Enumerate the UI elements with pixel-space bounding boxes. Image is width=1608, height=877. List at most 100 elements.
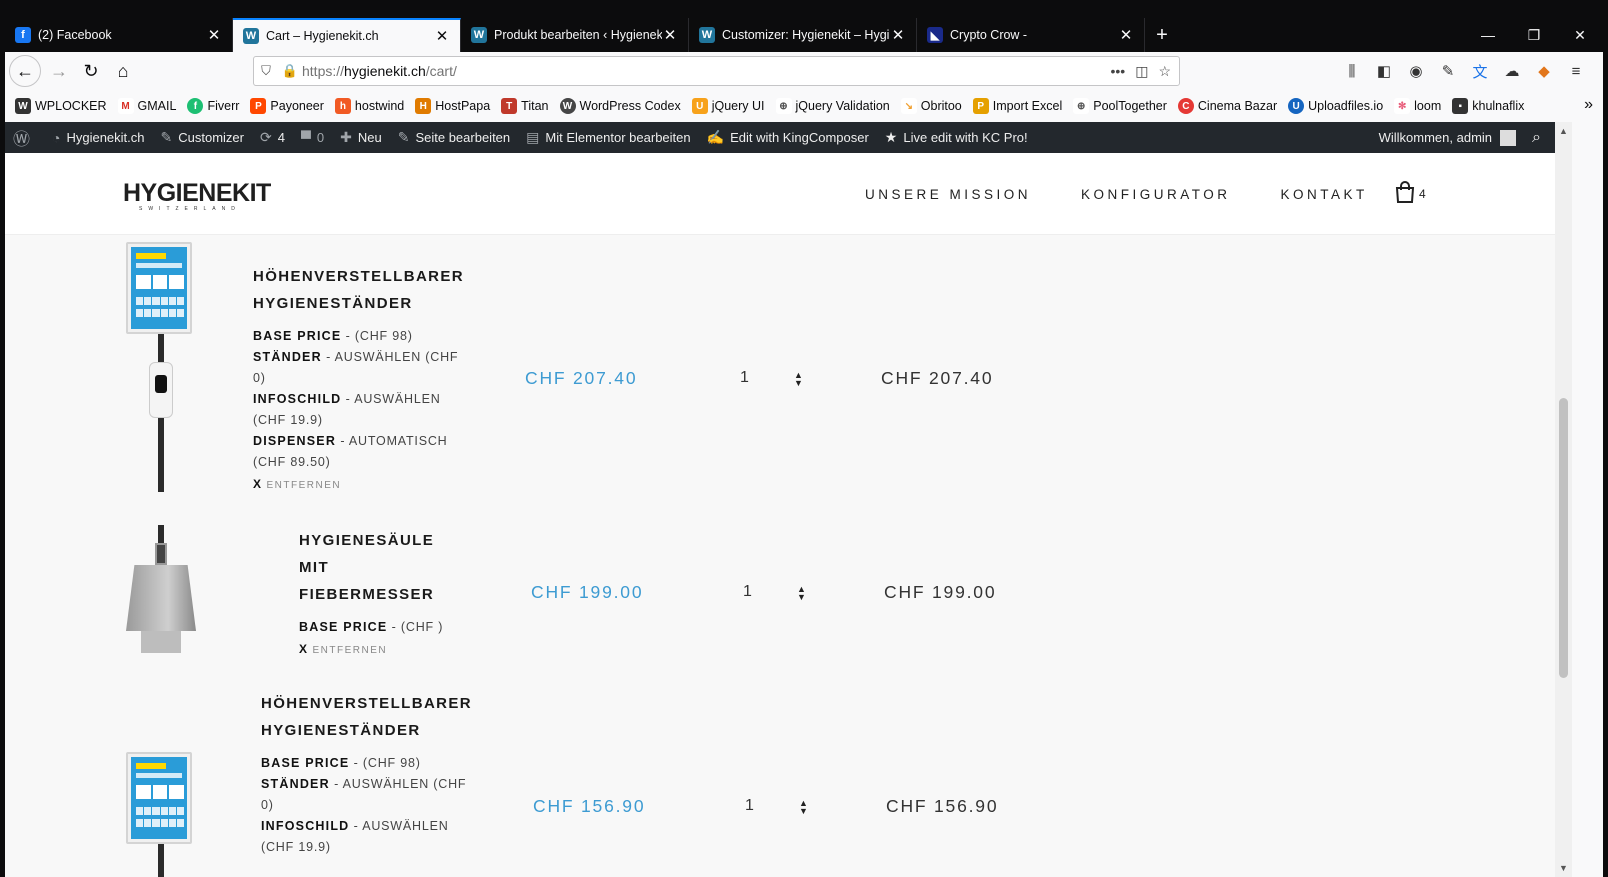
cart-item-details: HÖHENVERSTELLBARER HYGIENESTÄNDER BASE P…	[253, 263, 473, 491]
close-tab-icon[interactable]: ✕	[434, 27, 450, 45]
extension-icon[interactable]: ☁	[1501, 58, 1523, 84]
close-window-icon[interactable]: ✕	[1557, 18, 1603, 52]
bookmark-payoneer[interactable]: P Payoneer	[250, 98, 324, 114]
tab-crypto-crow[interactable]: ◣ Crypto Crow - ✕	[917, 18, 1145, 52]
reload-button[interactable]: ↻	[75, 55, 107, 87]
menu-item-kontakt[interactable]: KONTAKT	[1281, 187, 1368, 202]
scroll-down-icon[interactable]: ▼	[1555, 863, 1572, 873]
tab-facebook[interactable]: f (2) Facebook ✕	[5, 18, 233, 52]
metamask-icon[interactable]: ◆	[1533, 58, 1555, 84]
bookmark-uploadfiles[interactable]: U Uploadfiles.io	[1288, 98, 1383, 114]
tab-strip: f (2) Facebook ✕ W Cart – Hygienekit.ch …	[5, 18, 1603, 52]
bookmark-hostpapa[interactable]: H HostPapa	[415, 98, 490, 114]
new-content-link[interactable]: ✚ Neu	[332, 122, 390, 153]
more-bookmarks-icon[interactable]: »	[1584, 96, 1593, 114]
eyedropper-icon[interactable]: ✎	[1437, 58, 1459, 84]
account-icon[interactable]: ◉	[1405, 58, 1427, 84]
item-price: CHF 207.40	[525, 368, 638, 388]
lock-icon[interactable]: 🔒	[278, 63, 302, 79]
bookmark-gmail[interactable]: M GMAIL	[117, 98, 176, 114]
menu-item-unsere-mission[interactable]: UNSERE MISSION	[865, 187, 1031, 202]
customizer-link[interactable]: ✎ Customizer	[153, 122, 252, 153]
back-button[interactable]: ←	[9, 55, 41, 87]
bookmark-wordpress-codex[interactable]: W WordPress Codex	[559, 98, 681, 114]
home-button[interactable]: ⌂	[107, 55, 139, 87]
hostwind-icon: h	[334, 98, 351, 114]
bookmark-wplocker[interactable]: W WPLOCKER	[15, 98, 107, 114]
cart-item-details: HYGIENESÄULE MIT FIEBERMESSER BASE PRICE…	[299, 527, 479, 656]
translate-icon[interactable]: 文	[1469, 58, 1491, 84]
bookmark-cinema-bazar[interactable]: C Cinema Bazar	[1177, 98, 1277, 114]
window-controls: — ❐ ✕	[1465, 18, 1603, 52]
quantity-input[interactable]: 1	[743, 583, 752, 601]
quantity-stepper[interactable]: ▲ ▼	[799, 799, 808, 816]
bookmark-star-icon[interactable]: ☆	[1158, 63, 1171, 80]
bookmark-titan[interactable]: T Titan	[501, 98, 549, 114]
kc-pro-link[interactable]: ★ Live edit with KC Pro!	[877, 122, 1036, 153]
bookmark-khulnaflix[interactable]: ▪ khulnaflix	[1452, 98, 1524, 114]
updates-count: 4	[277, 130, 285, 145]
bookmark-pooltogether[interactable]: ⊕ PoolTogether	[1073, 98, 1167, 114]
product-name-line: HYGIENESTÄNDER	[253, 295, 413, 312]
tab-title: Customizer: Hygienekit – Hygi	[722, 28, 890, 42]
tab-produkt-bearbeiten[interactable]: W Produkt bearbeiten ‹ Hygienek ✕	[461, 18, 689, 52]
decrement-icon[interactable]: ▼	[799, 807, 808, 816]
option-value: - (CHF 98)	[349, 756, 421, 770]
edit-page-link[interactable]: ✎ Seite bearbeiten	[390, 122, 518, 153]
library-icon[interactable]: ⫼	[1341, 58, 1363, 84]
close-tab-icon[interactable]: ✕	[1118, 26, 1134, 44]
bookmark-jquery-ui[interactable]: UjQuery UI	[691, 98, 765, 114]
kingcomposer-link[interactable]: ✍ Edit with KingComposer	[699, 122, 877, 153]
product-name[interactable]: HÖHENVERSTELLBARER HYGIENESTÄNDER	[253, 263, 473, 317]
bookmark-loom[interactable]: ✻ loom	[1394, 98, 1441, 114]
item-subtotal: CHF 156.90	[886, 796, 999, 816]
decrement-icon[interactable]: ▼	[797, 593, 806, 602]
site-logo[interactable]: HYGIENEKIT	[123, 179, 271, 208]
elementor-link[interactable]: ▤ Mit Elementor bearbeiten	[518, 122, 698, 153]
close-tab-icon[interactable]: ✕	[206, 26, 222, 44]
sidebar-icon[interactable]: ◧	[1373, 58, 1395, 84]
product-name[interactable]: HYGIENESÄULE MIT FIEBERMESSER	[299, 527, 479, 608]
remove-item-link[interactable]: X ENTFERNEN	[299, 642, 479, 656]
quantity-stepper[interactable]: ▲ ▼	[797, 585, 806, 602]
minimize-icon[interactable]: —	[1465, 18, 1511, 52]
pocket-icon[interactable]: ◫	[1135, 63, 1148, 80]
tab-customizer[interactable]: W Customizer: Hygienekit – Hygi ✕	[689, 18, 917, 52]
product-options: BASE PRICE - (CHF )	[299, 617, 479, 638]
quantity-input[interactable]: 1	[745, 797, 754, 815]
menu-icon[interactable]: ≡	[1565, 58, 1587, 84]
page-actions-icon[interactable]: •••	[1110, 63, 1125, 80]
remove-item-link[interactable]: X ENTFERNEN	[253, 477, 473, 491]
forward-button[interactable]: →	[43, 55, 75, 87]
scrollbar-thumb[interactable]	[1559, 398, 1568, 678]
bookmark-hostwind[interactable]: h hostwind	[334, 98, 404, 114]
quantity-input[interactable]: 1	[740, 369, 749, 387]
my-account-link[interactable]: Willkommen, admin	[1371, 122, 1524, 153]
close-tab-icon[interactable]: ✕	[890, 26, 906, 44]
updates-link[interactable]: ⟳ 4	[252, 122, 293, 153]
header-cart[interactable]: 4	[1395, 181, 1426, 203]
bookmark-import-excel[interactable]: P Import Excel	[972, 98, 1063, 114]
bookmark-fiverr[interactable]: f Fiverr	[187, 98, 239, 114]
shopping-bag-icon	[1395, 181, 1415, 203]
close-tab-icon[interactable]: ✕	[662, 26, 678, 44]
tab-cart[interactable]: W Cart – Hygienekit.ch ✕	[233, 18, 461, 52]
site-name-link[interactable]: ◔ Hygienekit.ch	[44, 122, 153, 153]
scroll-up-icon[interactable]: ▲	[1555, 126, 1572, 136]
page-scrollbar[interactable]: ▲ ▼	[1555, 122, 1572, 877]
url-bar[interactable]: ⛉ 🔒 https://hygienekit.ch/cart/ ••• ◫ ☆	[253, 56, 1180, 86]
quantity-stepper[interactable]: ▲ ▼	[794, 371, 803, 388]
comments-link[interactable]: ▀ 0	[293, 122, 332, 153]
bookmark-label: Import Excel	[992, 99, 1063, 113]
new-tab-button[interactable]: +	[1145, 18, 1179, 52]
wp-logo-menu[interactable]: Ⓦ	[5, 122, 44, 153]
gmail-icon: M	[117, 98, 134, 114]
decrement-icon[interactable]: ▼	[794, 379, 803, 388]
shield-icon[interactable]: ⛉	[254, 63, 278, 79]
product-name[interactable]: HÖHENVERSTELLBARER HYGIENESTÄNDER	[261, 690, 471, 744]
restore-icon[interactable]: ❐	[1511, 18, 1557, 52]
menu-item-konfigurator[interactable]: KONFIGURATOR	[1081, 187, 1231, 202]
bookmark-jquery-validation[interactable]: ⊕ jQuery Validation	[775, 98, 890, 114]
bookmark-obritoo[interactable]: ↘ Obritoo	[900, 98, 962, 114]
admin-search-button[interactable]: ⌕	[1524, 122, 1555, 153]
